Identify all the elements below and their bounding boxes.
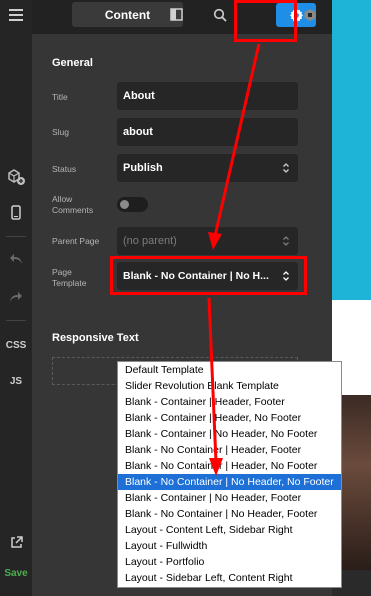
slug-value: about bbox=[123, 126, 153, 138]
dropdown-option[interactable]: Layout - Fullwidth bbox=[118, 538, 341, 554]
redo-icon[interactable] bbox=[0, 289, 32, 305]
undo-icon[interactable] bbox=[0, 251, 32, 267]
top-toolbar: Content bbox=[32, 0, 332, 34]
allow-comments-label-line2: Comments bbox=[52, 205, 94, 215]
status-value: Publish bbox=[123, 162, 163, 174]
status-select[interactable]: Publish bbox=[117, 154, 298, 182]
parent-page-value: (no parent) bbox=[123, 235, 177, 247]
select-chevron-icon bbox=[283, 163, 289, 173]
external-link-icon[interactable] bbox=[0, 534, 32, 550]
title-label: Title bbox=[52, 92, 68, 102]
js-button[interactable]: JS bbox=[0, 374, 32, 388]
page-template-label-line2: Template bbox=[52, 278, 87, 288]
select-chevron-icon bbox=[283, 236, 289, 246]
add-element-icon[interactable] bbox=[0, 168, 32, 186]
menu-icon[interactable] bbox=[0, 6, 32, 24]
slug-label: Slug bbox=[52, 127, 70, 137]
page-template-select[interactable]: Blank - No Container | No H... bbox=[117, 262, 298, 290]
canvas-blue-section bbox=[332, 0, 371, 300]
search-icon[interactable] bbox=[206, 2, 234, 27]
dropdown-option[interactable]: Default Template bbox=[118, 362, 341, 378]
parent-page-label: Parent Page bbox=[52, 236, 100, 246]
slug-input[interactable]: about bbox=[117, 118, 298, 146]
toggle-knob bbox=[120, 200, 129, 209]
dropdown-option[interactable]: Blank - Container | No Header, No Footer bbox=[118, 426, 341, 442]
page-template-label: Page Template bbox=[52, 267, 87, 289]
responsive-text-title: Responsive Text bbox=[52, 332, 139, 344]
rail-divider bbox=[6, 236, 26, 237]
select-chevron-icon bbox=[283, 271, 289, 281]
addon-icon[interactable] bbox=[296, 2, 324, 27]
dropdown-option[interactable]: Layout - Portfolio bbox=[118, 554, 341, 570]
page-template-dropdown[interactable]: Default Template Slider Revolution Blank… bbox=[117, 361, 342, 588]
dropdown-option[interactable]: Blank - Container | Header, No Footer bbox=[118, 410, 341, 426]
dropdown-option[interactable]: Blank - Container | No Header, Footer bbox=[118, 490, 341, 506]
dropdown-option[interactable]: Blank - No Container | Header, No Footer bbox=[118, 458, 341, 474]
general-section-title: General bbox=[52, 57, 93, 69]
status-label: Status bbox=[52, 164, 77, 174]
allow-comments-label-line1: Allow bbox=[52, 194, 73, 204]
dropdown-option[interactable]: Slider Revolution Blank Template bbox=[118, 378, 341, 394]
left-toolbar: CSS JS bbox=[0, 0, 32, 596]
title-input[interactable]: About bbox=[117, 82, 298, 110]
dropdown-option[interactable]: Layout - Sidebar Left, Content Right bbox=[118, 570, 341, 586]
dropdown-option-selected[interactable]: Blank - No Container | No Header, No Foo… bbox=[118, 474, 341, 490]
dropdown-option[interactable]: Blank - No Container | Header, Footer bbox=[118, 442, 341, 458]
allow-comments-label: Allow Comments bbox=[52, 194, 93, 216]
page-template-value: Blank - No Container | No H... bbox=[123, 270, 269, 282]
page-template-label-line1: Page bbox=[52, 267, 72, 277]
layout-panel-icon[interactable] bbox=[162, 2, 190, 27]
mobile-preview-icon[interactable] bbox=[0, 203, 32, 221]
title-value: About bbox=[123, 90, 155, 102]
rail-divider bbox=[6, 320, 26, 321]
dropdown-option[interactable]: Layout - Content Left, Sidebar Right bbox=[118, 522, 341, 538]
dropdown-option[interactable]: Blank - No Container | No Header, Footer bbox=[118, 506, 341, 522]
js-label: JS bbox=[9, 375, 23, 387]
parent-page-select[interactable]: (no parent) bbox=[117, 227, 298, 255]
save-button[interactable]: Save bbox=[0, 568, 32, 579]
css-label: CSS bbox=[5, 339, 27, 351]
dropdown-option[interactable]: Blank - Container | Header, Footer bbox=[118, 394, 341, 410]
css-button[interactable]: CSS bbox=[0, 338, 32, 352]
allow-comments-toggle[interactable] bbox=[117, 197, 148, 212]
